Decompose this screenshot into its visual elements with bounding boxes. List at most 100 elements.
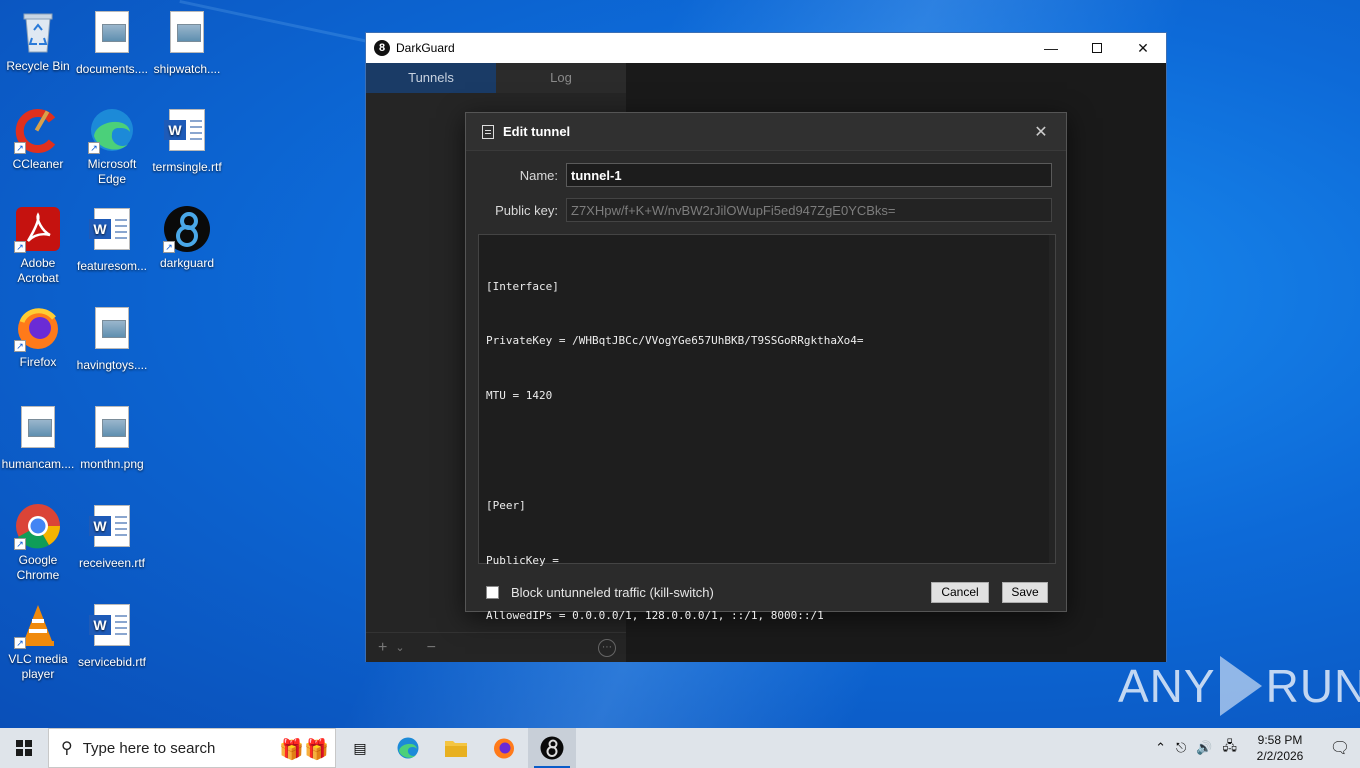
killswitch-label[interactable]: Block untunneled traffic (kill-switch) (511, 585, 714, 600)
volume-icon[interactable]: 🔊 (1196, 740, 1212, 756)
config-editor[interactable]: [Interface] PrivateKey = /WHBqtJBCc/VVog… (478, 234, 1056, 622)
desktop-icon-label: humancam.... (1, 457, 75, 471)
taskbar-darkguard[interactable] (528, 728, 576, 768)
minimize-button[interactable]: — (1028, 33, 1074, 63)
taskbar-search-box[interactable]: ⚲ Type here to search 🎁🎁 (48, 728, 336, 768)
name-label: Name: (519, 167, 558, 183)
start-button[interactable] (0, 728, 48, 768)
word-doc-icon (88, 208, 136, 256)
config-line: PrivateKey = /WHBqtJBCc/VVogYGe657UhBKB/… (486, 334, 864, 348)
desktop-icon-vlc[interactable]: ↗ VLC media player (0, 601, 76, 682)
maximize-button[interactable] (1074, 33, 1120, 63)
config-line: [Peer] (486, 499, 526, 513)
desktop-icon-havingtoys[interactable]: havingtoys.... (74, 304, 150, 373)
desktop-icon-shipwatch[interactable]: shipwatch.... (149, 8, 225, 77)
name-row: Name: (466, 163, 1066, 187)
network-icon[interactable]: 🖧 (1223, 737, 1238, 759)
remove-tunnel-button[interactable]: − (427, 639, 436, 657)
desktop-icon-monthn[interactable]: monthn.png (74, 403, 150, 472)
desktop-icon-documents[interactable]: documents.... (74, 8, 150, 77)
desktop-icon-darkguard[interactable]: ↗ darkguard (149, 205, 225, 271)
image-file-icon (163, 11, 211, 59)
notification-icon: 🗨 (1329, 740, 1351, 757)
desktop-icon-label: Adobe Acrobat (17, 256, 59, 285)
cancel-button[interactable]: Cancel (931, 582, 989, 603)
desktop-icon-microsoft-edge[interactable]: ↗ Microsoft Edge (74, 106, 150, 187)
shortcut-arrow-icon: ↗ (14, 142, 26, 154)
windows-logo-icon (16, 740, 32, 756)
ccleaner-icon: ↗ (14, 106, 62, 154)
document-icon (482, 124, 494, 139)
desktop-icon-adobe-acrobat[interactable]: ↗ Adobe Acrobat (0, 205, 76, 286)
config-line: PublicKey = (486, 554, 559, 568)
taskbar-edge[interactable] (384, 728, 432, 768)
close-icon: ✕ (1137, 39, 1149, 56)
desktop-icon-google-chrome[interactable]: ↗ Google Chrome (0, 502, 76, 583)
tab-tunnels[interactable]: Tunnels (366, 63, 496, 93)
desktop-icon-label: darkguard (159, 256, 215, 270)
search-placeholder: Type here to search (82, 739, 216, 757)
dialog-close-button[interactable]: ✕ (1016, 122, 1066, 142)
config-line: AllowedIPs = 0.0.0.0/1, 128.0.0.0/1, ::/… (486, 608, 824, 622)
desktop-icon-label: Firefox (19, 355, 57, 369)
close-button[interactable]: ✕ (1120, 33, 1166, 63)
desktop-icon-recycle-bin[interactable]: Recycle Bin (0, 8, 76, 74)
desktop-icon-label: documents.... (75, 62, 149, 76)
maximize-icon (1092, 43, 1102, 53)
dialog-header[interactable]: Edit tunnel ✕ (466, 113, 1066, 151)
darkguard-app-icon: 8 (374, 40, 390, 56)
config-scrollbar[interactable] (1049, 235, 1055, 563)
darkguard-icon: ↗ (163, 205, 211, 253)
word-doc-icon (88, 505, 136, 553)
window-titlebar[interactable]: 8 DarkGuard — ✕ (366, 33, 1166, 63)
shortcut-arrow-icon: ↗ (88, 142, 100, 154)
task-view-button[interactable]: ▤ (336, 728, 384, 768)
public-key-field[interactable] (566, 198, 1052, 222)
chevron-down-icon[interactable]: ⌄ (395, 641, 404, 654)
killswitch-row: Block untunneled traffic (kill-switch) (486, 585, 714, 600)
clock[interactable]: 9:58 PM 2/2/2026 (1252, 732, 1308, 764)
shortcut-arrow-icon: ↗ (14, 340, 26, 352)
search-icon: ⚲ (61, 740, 73, 757)
watermark-text-left: ANY (1118, 660, 1216, 712)
desktop-icon-label: Recycle Bin (6, 59, 70, 73)
taskbar-file-explorer[interactable] (432, 728, 480, 768)
desktop-icon-ccleaner[interactable]: ↗ CCleaner (0, 106, 76, 172)
system-tray: ⌃ ⎋ 🔊 🖧 9:58 PM 2/2/2026 🗨 (1150, 728, 1360, 768)
device-icon[interactable]: ⎋ (1176, 740, 1186, 756)
acrobat-icon: ↗ (14, 205, 62, 253)
desktop-icon-termsingle[interactable]: termsingle.rtf (149, 106, 225, 175)
desktop-icon-label: Google Chrome (16, 553, 60, 582)
config-line: [Interface] (486, 279, 559, 293)
chevron-up-icon[interactable]: ⌃ (1155, 740, 1166, 756)
desktop-icon-humancam[interactable]: humancam.... (0, 403, 76, 472)
desktop-icon-featuresom[interactable]: featuresom... (74, 205, 150, 274)
clock-date: 2/2/2026 (1256, 749, 1304, 763)
darkguard-icon (540, 736, 564, 760)
desktop-icon-firefox[interactable]: ↗ Firefox (0, 304, 76, 370)
shortcut-arrow-icon: ↗ (14, 538, 26, 550)
desktop-icon-label: Microsoft Edge (87, 157, 137, 186)
desktop-icon-receiveen[interactable]: receiveen.rtf (74, 502, 150, 571)
chrome-icon: ↗ (14, 502, 62, 550)
shortcut-arrow-icon: ↗ (14, 241, 26, 253)
add-tunnel-button[interactable]: + (378, 639, 387, 657)
firefox-icon (494, 738, 514, 759)
shortcut-arrow-icon: ↗ (14, 637, 26, 649)
public-key-row: Public key: (466, 198, 1066, 222)
shortcut-arrow-icon: ↗ (163, 241, 175, 253)
edit-tunnel-dialog: Edit tunnel ✕ Name: Public key: [Interfa… (465, 112, 1067, 622)
taskbar: ⚲ Type here to search 🎁🎁 ▤ ⌃ ⎋ 🔊 🖧 9:58 … (0, 728, 1360, 768)
notification-center-button[interactable]: 🗨 (1320, 738, 1360, 758)
firefox-icon: ↗ (14, 304, 62, 352)
recycle-bin-icon (14, 8, 62, 56)
tab-log[interactable]: Log (496, 63, 626, 93)
name-input[interactable] (566, 163, 1052, 187)
desktop-icon-label: havingtoys.... (76, 358, 148, 372)
taskbar-firefox[interactable] (480, 728, 528, 768)
task-view-icon: ▤ (353, 739, 367, 756)
save-button[interactable]: Save (1002, 582, 1048, 603)
killswitch-checkbox[interactable] (486, 586, 499, 599)
watermark-text-right: RUN (1265, 660, 1360, 712)
desktop-icon-servicebid[interactable]: servicebid.rtf (74, 601, 150, 670)
